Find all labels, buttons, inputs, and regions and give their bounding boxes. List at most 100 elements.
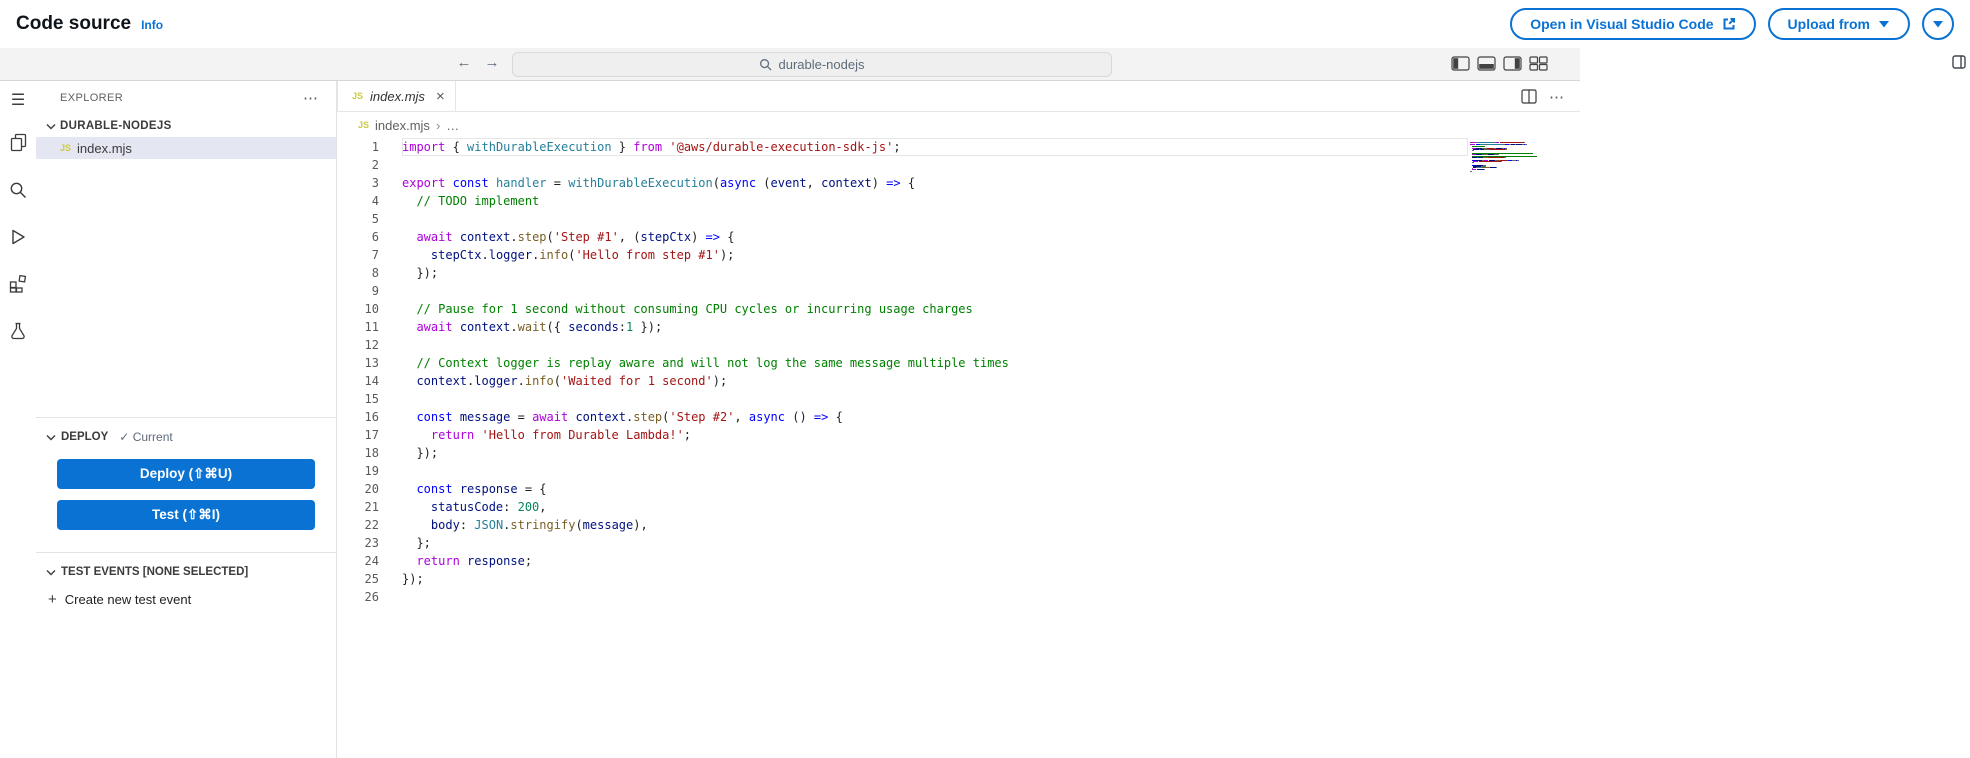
navigate-back-button[interactable]: ← xyxy=(453,54,475,71)
code-line[interactable]: export const handler = withDurableExecut… xyxy=(402,174,1468,192)
file-tree: DURABLE-NODEJS JS index.mjs xyxy=(36,115,336,159)
code-line[interactable]: // Context logger is replay aware and wi… xyxy=(402,354,1468,372)
activity-extensions-button[interactable] xyxy=(0,260,36,307)
page-title: Code source xyxy=(16,13,131,35)
activity-tests-button[interactable] xyxy=(0,307,36,354)
line-number[interactable]: 18 xyxy=(337,444,379,462)
line-number[interactable]: 24 xyxy=(337,552,379,570)
code-line[interactable]: statusCode: 200, xyxy=(402,498,1468,516)
breadcrumb-file: index.mjs xyxy=(375,118,430,133)
js-file-icon: JS xyxy=(60,143,71,153)
line-number[interactable]: 22 xyxy=(337,516,379,534)
activity-explorer-button[interactable] xyxy=(0,119,36,166)
line-number[interactable]: 13 xyxy=(337,354,379,372)
code-line[interactable]: }); xyxy=(402,570,1468,588)
line-number[interactable]: 15 xyxy=(337,390,379,408)
minimap[interactable] xyxy=(1470,142,1548,173)
close-icon[interactable]: × xyxy=(436,88,445,105)
line-number[interactable]: 8 xyxy=(337,264,379,282)
breadcrumb[interactable]: JS index.mjs › … xyxy=(337,112,1580,138)
code-line[interactable]: }; xyxy=(402,534,1468,552)
activity-run-debug-button[interactable] xyxy=(0,213,36,260)
line-number[interactable]: 17 xyxy=(337,426,379,444)
navigate-forward-button[interactable]: → xyxy=(481,54,503,71)
chevron-down-icon xyxy=(46,569,56,576)
code-line[interactable]: await context.wait({ seconds:1 }); xyxy=(402,318,1468,336)
code-line[interactable] xyxy=(402,336,1468,354)
editor-title-bar: ← → durable-nodejs xyxy=(0,48,1580,81)
open-vscode-button[interactable]: Open in Visual Studio Code xyxy=(1510,8,1755,40)
line-number[interactable]: 25 xyxy=(337,570,379,588)
code-line[interactable]: }); xyxy=(402,264,1468,282)
line-number[interactable]: 14 xyxy=(337,372,379,390)
line-number[interactable]: 9 xyxy=(337,282,379,300)
code-line[interactable] xyxy=(402,210,1468,228)
line-number[interactable]: 1 xyxy=(337,138,379,156)
code-line[interactable]: return response; xyxy=(402,552,1468,570)
line-number[interactable]: 26 xyxy=(337,588,379,606)
line-number[interactable]: 2 xyxy=(337,156,379,174)
hamburger-menu-icon: ☰ xyxy=(11,90,25,110)
tab-bar: JS index.mjs × ⋯ xyxy=(337,81,1580,112)
line-number[interactable]: 4 xyxy=(337,192,379,210)
code-line[interactable] xyxy=(402,390,1468,408)
line-number[interactable]: 12 xyxy=(337,336,379,354)
code-editor[interactable]: 1234567891011121314151617181920212223242… xyxy=(337,138,1580,758)
line-number[interactable]: 5 xyxy=(337,210,379,228)
code-line[interactable]: // TODO implement xyxy=(402,192,1468,210)
toggle-panel-icon[interactable] xyxy=(1477,56,1496,71)
toggle-secondary-sidebar-icon[interactable] xyxy=(1503,56,1522,71)
line-number[interactable]: 21 xyxy=(337,498,379,516)
test-events-title: TEST EVENTS [NONE SELECTED] xyxy=(61,566,248,578)
code-line[interactable]: }); xyxy=(402,444,1468,462)
menu-button[interactable]: ☰ xyxy=(0,81,36,119)
open-vscode-label: Open in Visual Studio Code xyxy=(1530,16,1713,32)
command-center-search[interactable]: durable-nodejs xyxy=(512,52,1112,77)
line-number[interactable]: 19 xyxy=(337,462,379,480)
code-line[interactable]: await context.step('Step #1', (stepCtx) … xyxy=(402,228,1468,246)
search-icon xyxy=(759,58,772,71)
editor-more-actions-icon[interactable]: ⋯ xyxy=(1549,88,1564,106)
line-number[interactable]: 20 xyxy=(337,480,379,498)
upload-from-button[interactable]: Upload from xyxy=(1768,8,1910,40)
code-line[interactable] xyxy=(402,156,1468,174)
code-line[interactable]: import { withDurableExecution } from '@a… xyxy=(402,138,1468,156)
gutter[interactable]: 1234567891011121314151617181920212223242… xyxy=(337,138,387,758)
test-button[interactable]: Test (⇧⌘I) xyxy=(57,500,315,530)
code-line[interactable]: return 'Hello from Durable Lambda!'; xyxy=(402,426,1468,444)
test-events-section-header[interactable]: TEST EVENTS [NONE SELECTED] xyxy=(36,561,336,583)
toggle-primary-sidebar-icon[interactable] xyxy=(1451,56,1470,71)
caret-down-icon xyxy=(1878,21,1890,28)
deploy-button[interactable]: Deploy (⇧⌘U) xyxy=(57,459,315,489)
line-number[interactable]: 11 xyxy=(337,318,379,336)
more-actions-menu-button[interactable] xyxy=(1922,8,1954,40)
split-editor-icon[interactable] xyxy=(1521,89,1537,104)
line-number[interactable]: 3 xyxy=(337,174,379,192)
deploy-section-header[interactable]: DEPLOY ✓ Current xyxy=(36,426,336,448)
tab-index-mjs[interactable]: JS index.mjs × xyxy=(337,81,456,111)
file-row-index-mjs[interactable]: JS index.mjs xyxy=(36,137,336,159)
customize-layout-icon[interactable] xyxy=(1529,56,1548,71)
tab-label: index.mjs xyxy=(370,89,425,104)
code-line[interactable] xyxy=(402,462,1468,480)
tools-panel-toggle-icon[interactable] xyxy=(1952,55,1966,69)
line-number[interactable]: 23 xyxy=(337,534,379,552)
create-test-event-button[interactable]: + Create new test event xyxy=(36,587,336,611)
line-number[interactable]: 7 xyxy=(337,246,379,264)
explorer-more-actions-icon[interactable]: ⋯ xyxy=(303,89,318,107)
code-lines[interactable]: import { withDurableExecution } from '@a… xyxy=(402,138,1468,758)
code-line[interactable]: stepCtx.logger.info('Hello from step #1'… xyxy=(402,246,1468,264)
line-number[interactable]: 6 xyxy=(337,228,379,246)
line-number[interactable]: 10 xyxy=(337,300,379,318)
code-line[interactable]: body: JSON.stringify(message), xyxy=(402,516,1468,534)
code-line[interactable]: const message = await context.step('Step… xyxy=(402,408,1468,426)
info-link[interactable]: Info xyxy=(141,18,163,32)
activity-search-button[interactable] xyxy=(0,166,36,213)
code-line[interactable] xyxy=(402,282,1468,300)
line-number[interactable]: 16 xyxy=(337,408,379,426)
folder-row-durable-nodejs[interactable]: DURABLE-NODEJS xyxy=(36,115,336,137)
code-line[interactable]: // Pause for 1 second without consuming … xyxy=(402,300,1468,318)
code-line[interactable] xyxy=(402,588,1468,606)
code-line[interactable]: context.logger.info('Waited for 1 second… xyxy=(402,372,1468,390)
code-line[interactable]: const response = { xyxy=(402,480,1468,498)
